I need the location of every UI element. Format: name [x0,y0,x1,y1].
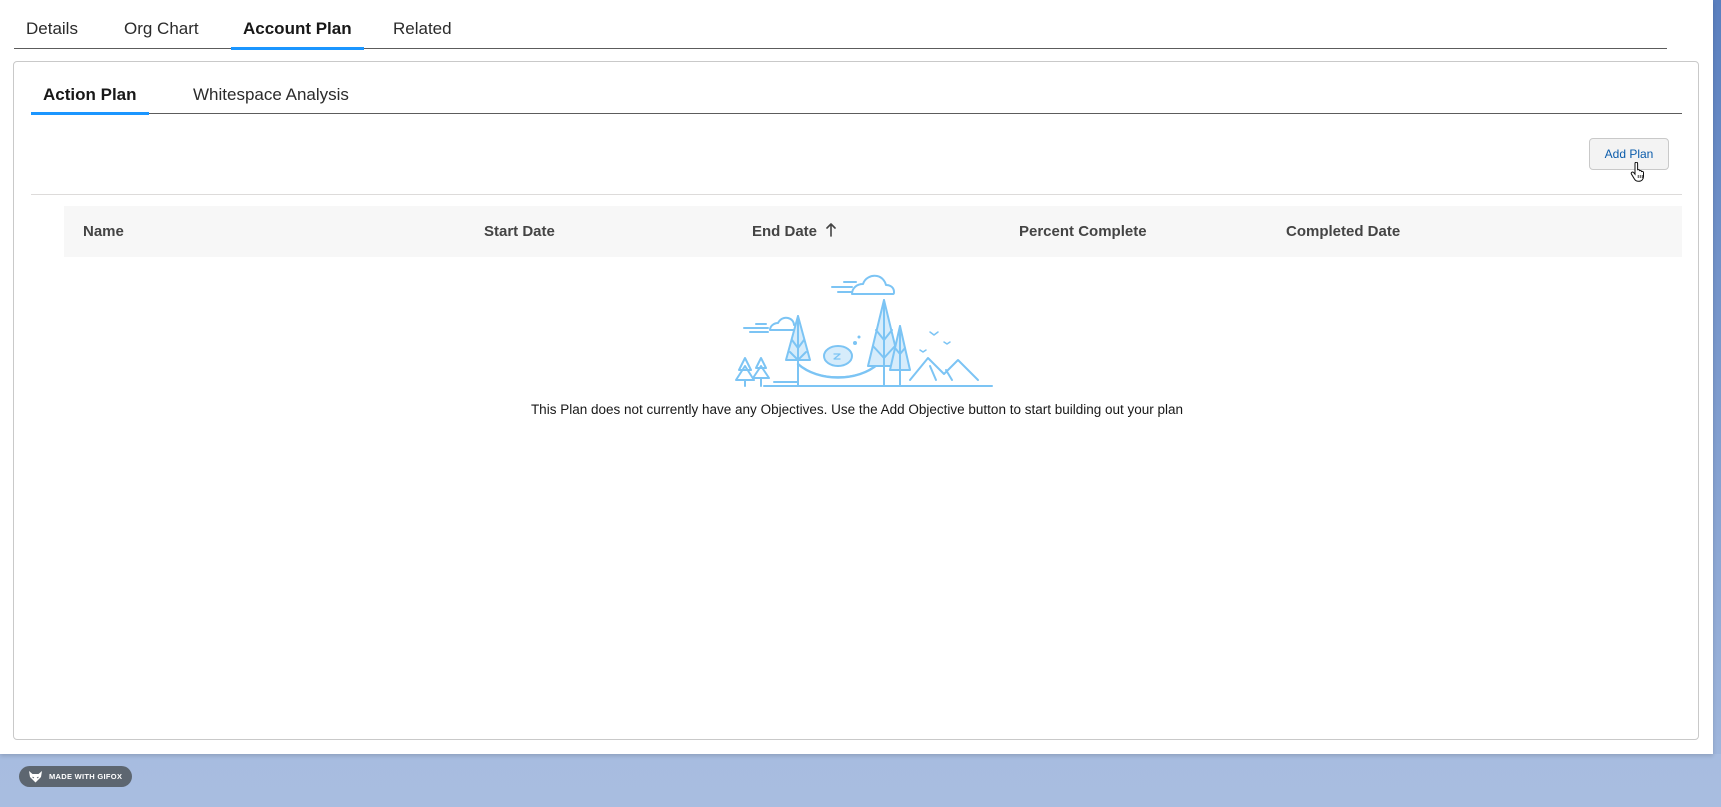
tab-details[interactable]: Details [26,0,78,49]
record-tabset: Details Org Chart Account Plan Related [14,0,1667,50]
tab-related[interactable]: Related [393,0,452,49]
tab-account-plan[interactable]: Account Plan [231,0,364,50]
add-plan-button[interactable]: Add Plan [1589,138,1669,170]
column-header-name[interactable]: Name [83,206,124,257]
empty-state-hammock-illustration [735,274,993,387]
plan-subtabs: Action Plan Whitespace Analysis [31,62,1682,115]
column-header-percent-complete[interactable]: Percent Complete [1019,206,1147,257]
hand-cursor-icon [1630,162,1644,182]
record-page: Details Org Chart Account Plan Related A… [0,0,1713,754]
tab-org-chart[interactable]: Org Chart [124,0,199,49]
fox-logo-icon [29,771,42,783]
account-plan-card: Action Plan Whitespace Analysis Add Plan… [13,61,1699,740]
column-header-start-date[interactable]: Start Date [484,206,555,257]
column-header-completed-date[interactable]: Completed Date [1286,206,1400,257]
toolbar-divider [31,194,1682,195]
column-header-end-date[interactable]: End Date [752,206,837,257]
empty-state-message: This Plan does not currently have any Ob… [530,402,1184,417]
gifox-label: MADE WITH GIFOX [49,772,123,781]
window-edge [1713,0,1721,754]
sort-ascending-icon [826,223,836,237]
tab-whitespace-analysis[interactable]: Whitespace Analysis [193,62,349,114]
gifox-watermark: MADE WITH GIFOX [19,766,132,787]
table-header: Name Start Date End Date Percent Complet… [64,206,1682,257]
tab-action-plan[interactable]: Action Plan [31,62,148,115]
column-header-end-date-label: End Date [752,223,818,240]
